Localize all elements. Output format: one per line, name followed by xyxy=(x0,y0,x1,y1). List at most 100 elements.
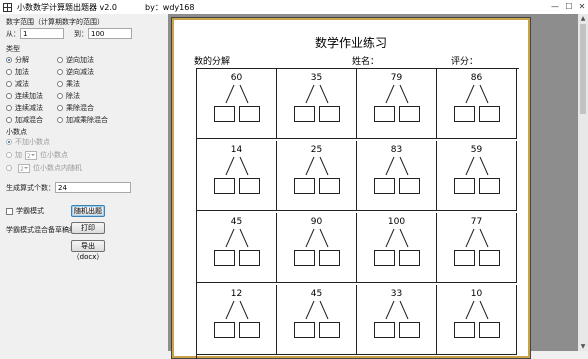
decimal-add-stepper[interactable]: 2 xyxy=(25,150,37,160)
type-radio[interactable] xyxy=(6,117,12,123)
close-icon[interactable]: ✕ xyxy=(575,1,588,12)
type-label: 除法 xyxy=(66,92,80,100)
type-label: 连续加法 xyxy=(15,92,43,100)
decimal-rand-radio[interactable] xyxy=(6,165,12,171)
type-radio[interactable] xyxy=(57,93,63,99)
type-radio[interactable] xyxy=(6,93,12,99)
type-label: 逆向减法 xyxy=(66,68,94,76)
type-label: 分解 xyxy=(15,56,29,64)
type-radio[interactable] xyxy=(57,69,63,75)
app-icon xyxy=(3,2,12,12)
type-option[interactable]: 除法 xyxy=(57,91,80,101)
type-radio[interactable] xyxy=(57,81,63,87)
answer-box xyxy=(294,250,315,266)
decimal-none-radio[interactable] xyxy=(6,139,12,145)
problem-cell: 35 xyxy=(277,69,357,139)
print-button[interactable]: 打印 xyxy=(71,222,105,234)
answer-box xyxy=(239,322,260,338)
type-radio[interactable] xyxy=(57,57,63,63)
answer-box xyxy=(319,178,340,194)
export-button[interactable]: 导出（docx） xyxy=(71,240,105,261)
score-label: 评分： xyxy=(451,57,479,67)
branch-lines xyxy=(225,84,249,104)
answer-box xyxy=(374,178,395,194)
decimal-add-radio[interactable] xyxy=(6,152,12,158)
problem-cell: 90 xyxy=(277,213,357,283)
vertical-scrollbar[interactable]: ▲ ▼ xyxy=(578,14,588,351)
type-radio[interactable] xyxy=(57,105,63,111)
decimal-title: 小数点 xyxy=(6,128,27,136)
type-label: 逆向加法 xyxy=(66,56,94,64)
problem-cell: 12 xyxy=(197,285,277,355)
decimal-none-option[interactable]: 不加小数点 xyxy=(6,137,50,147)
type-label: 加减混合 xyxy=(15,116,43,124)
type-radio[interactable] xyxy=(57,117,63,123)
to-input[interactable] xyxy=(88,28,132,39)
type-radio[interactable] xyxy=(6,81,12,87)
type-option[interactable]: 连续加法 xyxy=(6,91,43,101)
branch-lines xyxy=(465,156,489,176)
answer-box xyxy=(319,250,340,266)
problem-cell: 33 xyxy=(357,285,437,355)
decimal-rand-value: 2 xyxy=(20,165,24,173)
branch-lines xyxy=(385,84,409,104)
type-option[interactable]: 逆向减法 xyxy=(57,67,94,77)
decimal-none-label: 不加小数点 xyxy=(15,138,50,146)
type-option[interactable]: 加减混合 xyxy=(6,115,43,125)
branch-lines xyxy=(305,156,329,176)
type-label: 加法 xyxy=(15,68,29,76)
branch-lines xyxy=(385,228,409,248)
from-input[interactable] xyxy=(20,28,64,39)
branch-lines xyxy=(385,156,409,176)
study-note: 学霸模式混合备草稿纸 xyxy=(6,226,76,234)
type-label: 乘除混合 xyxy=(66,104,94,112)
problem-cell: 83 xyxy=(357,141,437,211)
type-option[interactable]: 加减乘除混合 xyxy=(57,115,108,125)
type-option[interactable]: 连续减法 xyxy=(6,103,43,113)
answer-box xyxy=(294,106,315,122)
type-radio[interactable] xyxy=(6,69,12,75)
scroll-up-icon[interactable]: ▲ xyxy=(578,14,588,23)
answer-box xyxy=(454,106,475,122)
window-title: 小数数学计算题出题器 v2.0 xyxy=(17,2,117,12)
study-mode-label: 学霸模式 xyxy=(16,207,44,215)
branch-lines xyxy=(225,228,249,248)
type-option[interactable]: 乘法 xyxy=(57,79,80,89)
type-option[interactable]: 分解 xyxy=(6,55,29,65)
decimal-rand-suffix: 位小数点内随机 xyxy=(33,164,82,172)
answer-box xyxy=(479,178,500,194)
answer-box xyxy=(479,322,500,338)
decimal-rand-option[interactable]: 2 位小数点内随机 xyxy=(6,163,82,173)
answer-box xyxy=(374,250,395,266)
worksheet-page: 数学作业练习 数的分解 姓名： 评分： 60 35 79 86 14 25 83 59 45 90… xyxy=(171,17,531,359)
type-option[interactable]: 乘除混合 xyxy=(57,103,94,113)
document-preview[interactable]: 数学作业练习 数的分解 姓名： 评分： 60 35 79 86 14 25 83 59 45 90… xyxy=(168,14,588,359)
minimize-icon[interactable]: — xyxy=(548,1,562,12)
type-option[interactable]: 逆向加法 xyxy=(57,55,94,65)
decimal-rand-stepper[interactable]: 2 xyxy=(18,163,30,173)
answer-box xyxy=(239,250,260,266)
type-option[interactable]: 减法 xyxy=(6,79,29,89)
study-mode-checkbox[interactable] xyxy=(6,207,13,215)
decimal-add-option[interactable]: 加 2 位小数点 xyxy=(6,150,68,160)
maximize-icon[interactable]: ☐ xyxy=(562,1,576,12)
study-mode-option[interactable]: 学霸模式 xyxy=(6,206,44,216)
answer-box xyxy=(214,250,235,266)
scrollbar-thumb[interactable] xyxy=(580,24,586,114)
answer-box xyxy=(399,106,420,122)
name-label: 姓名： xyxy=(352,57,380,67)
scroll-down-icon[interactable]: ▼ xyxy=(578,342,588,351)
problem-cell: 10 xyxy=(437,285,517,355)
type-option[interactable]: 加法 xyxy=(6,67,29,77)
answer-box xyxy=(454,322,475,338)
answer-box xyxy=(239,106,260,122)
answer-box xyxy=(319,322,340,338)
answer-box xyxy=(399,250,420,266)
branch-lines xyxy=(385,300,409,320)
answer-box xyxy=(374,322,395,338)
type-radio[interactable] xyxy=(6,57,12,63)
decimal-add-label: 加 xyxy=(15,151,22,159)
count-input[interactable] xyxy=(55,182,131,193)
random-button[interactable]: 随机出题 xyxy=(71,205,105,217)
type-radio[interactable] xyxy=(6,105,12,111)
